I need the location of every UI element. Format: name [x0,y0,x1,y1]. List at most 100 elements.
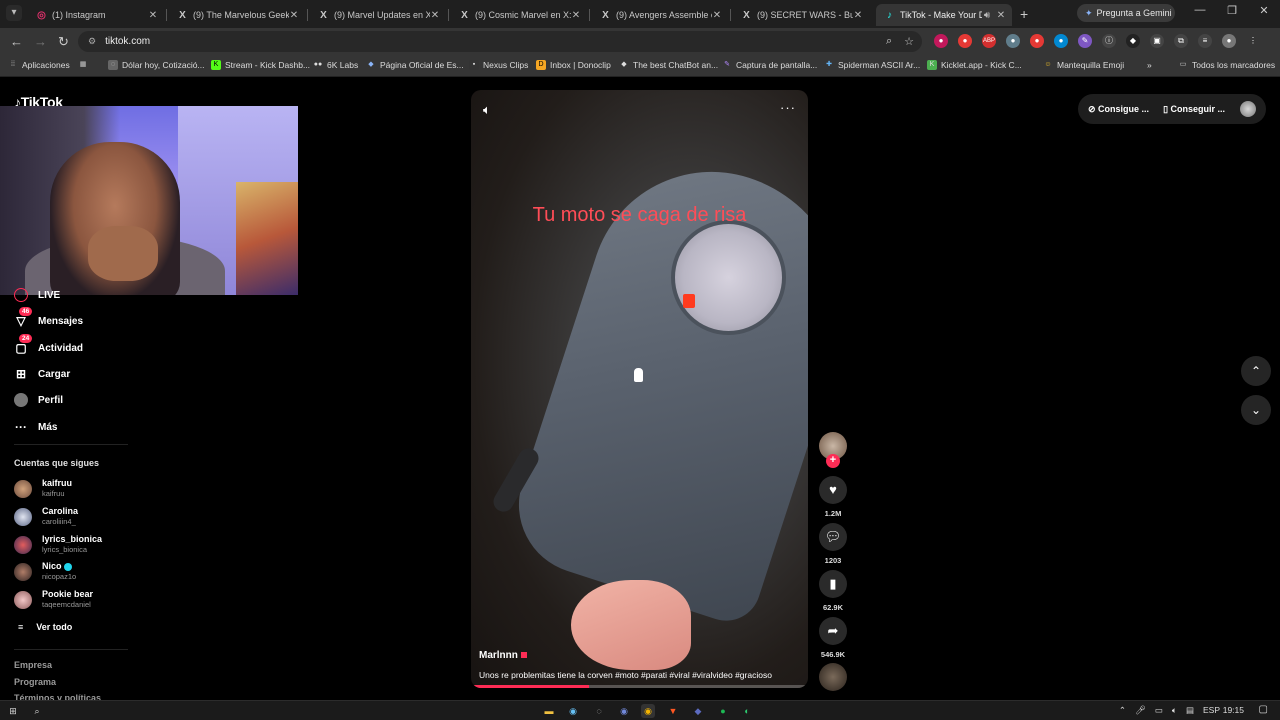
language-indicator[interactable]: ESP [1203,705,1220,716]
nav-item-upload[interactable]: ⊞ Cargar [14,367,70,381]
network-icon[interactable]: ▭ [1155,705,1163,716]
address-bar[interactable]: ⚙ tiktok.com ⌕ ☆ [78,31,922,52]
bookmark-dolar[interactable]: ◌ Dólar hoy, Cotizació... [108,60,205,70]
music-disc-icon[interactable] [819,663,847,691]
bookmark-apps[interactable]: ⁞⁞ Aplicaciones [8,60,70,70]
extension-icon[interactable]: ● [958,34,972,48]
video-more-icon[interactable]: ··· [780,100,796,115]
tab-search-button[interactable]: ▾ [6,5,22,21]
bookmark-captura[interactable]: ✎ Captura de pantalla... [722,60,817,70]
footer-link-company[interactable]: Empresa [14,660,52,670]
following-item[interactable]: Carolina caroliiin4_ [14,506,78,527]
profile-avatar-icon[interactable]: ● [1222,34,1236,48]
bookmark-star-icon[interactable]: ☆ [904,35,914,48]
video-progress-bar[interactable] [471,685,808,688]
microphone-icon[interactable]: 🎤︎ [1135,705,1146,716]
tray-overflow-chevron-icon[interactable]: ⌃ [1119,705,1126,716]
discord-icon[interactable]: ◉ [617,704,631,718]
following-item[interactable]: lyrics_bionica lyrics_bionica [14,534,102,555]
close-window-icon[interactable]: ✕ [1248,4,1280,17]
extension-icon[interactable]: ⓘ [1102,34,1116,48]
clock[interactable]: 19:15 [1223,705,1244,715]
comment-icon[interactable]: 💬︎ [819,523,847,551]
close-tab-icon[interactable]: ✕ [853,10,863,21]
bookmarks-overflow[interactable]: » [1147,60,1152,70]
bookmark-kicklet[interactable]: K Kicklet.app - Kick C... [927,60,1022,70]
nav-item-live[interactable]: LIVE [14,288,60,302]
spotify-icon[interactable]: ● [716,704,730,718]
share-arrow-icon[interactable]: ➦ [819,617,847,645]
tab-secret-wars[interactable]: X (9) SECRET WARS - Buscar ✕ [733,4,869,26]
follow-plus-icon[interactable]: + [826,454,840,468]
bookmark-spiderman[interactable]: ✚ Spiderman ASCII Ar... [824,60,920,70]
bookmark-donoclip[interactable]: D Inbox | Donoclip [536,60,611,70]
bookmark-kick[interactable]: K Stream - Kick Dashb... [211,60,310,70]
app-icon[interactable]: ◆ [691,704,705,718]
extension-icon[interactable]: ✎ [1078,34,1092,48]
tab-instagram[interactable]: ◎ (1) Instagram ✕ [28,4,164,26]
bookmark-all[interactable]: ▭ Todos los marcadores [1178,60,1275,70]
tab-avengers-assemble[interactable]: X (9) Avengers Assemble en X ✕ [592,4,728,26]
footer-link-program[interactable]: Programa [14,677,56,687]
like-heart-icon[interactable]: ♥ [819,476,847,504]
chrome-icon[interactable]: ◉ [641,704,655,718]
back-arrow-icon[interactable]: ← [10,34,23,49]
close-tab-icon[interactable]: ✕ [289,10,299,21]
close-tab-icon[interactable]: ✕ [712,10,722,21]
app-icon[interactable]: ◌ [592,704,606,718]
volume-icon[interactable]: 🔈︎ [483,102,491,118]
tab-cosmic-marvel[interactable]: X (9) Cosmic Marvel en X: "/ ✕ [451,4,587,26]
adblock-icon[interactable]: ABP [982,34,996,48]
file-explorer-icon[interactable]: ▬ [542,704,556,718]
nav-item-activity[interactable]: ▢ 24 Actividad [14,334,83,355]
tab-tiktok[interactable]: ♪ TikTok - Make Your Day 🔊︎ ✕ [876,4,1012,26]
restore-icon[interactable]: ❐ [1216,4,1248,17]
close-tab-icon[interactable]: ✕ [430,10,440,21]
bookmark-tab-groups[interactable]: ▦ [78,60,88,70]
extension-icon[interactable]: ◆ [1126,34,1140,48]
battery-icon[interactable]: ▤ [1186,705,1194,716]
media-controls-icon[interactable]: ≡ [1198,34,1212,48]
close-tab-icon[interactable]: ✕ [571,10,581,21]
windows-start-icon[interactable]: ⊞ [6,704,20,718]
extension-icon[interactable]: ● [1030,34,1044,48]
close-tab-icon[interactable]: ✕ [996,10,1006,21]
following-item[interactable]: Pookie bear taqeemcdaniel [14,589,93,610]
extension-icon[interactable]: ● [934,34,948,48]
speaker-icon[interactable]: 🔊︎ [982,10,992,21]
site-info-icon[interactable]: ⚙ [88,36,96,47]
video-author[interactable]: Marlnnn [479,650,527,661]
next-video-chevron-down-icon[interactable]: ⌄ [1241,395,1271,425]
nav-item-messages[interactable]: ▽ 46 Mensajes [14,307,83,328]
following-item[interactable]: kaifruu kaifruu [14,478,72,499]
bookmark-nexus-clips[interactable]: ▪ Nexus Clips [469,60,528,70]
tab-marvel-updates[interactable]: X (9) Marvel Updates en X: " ✕ [310,4,446,26]
extension-icon[interactable]: ● [1054,34,1068,48]
close-tab-icon[interactable]: ✕ [148,10,158,21]
get-app-button[interactable]: ▯ Conseguir ... [1163,104,1225,115]
zoom-search-icon[interactable]: ⌕ [886,35,892,48]
ask-gemini-button[interactable]: ✦ Pregunta a Gemini [1077,4,1175,22]
new-tab-button[interactable]: + [1020,6,1028,22]
bookmark-icon[interactable]: ▮ [819,570,847,598]
notification-icon[interactable]: ▢ [1259,704,1268,715]
minimize-icon[interactable]: — [1184,4,1216,17]
bookmark-6klabs[interactable]: ●● 6K Labs [313,60,358,70]
extension-icon[interactable]: ● [1006,34,1020,48]
footer-link-terms[interactable]: Términos y políticas [14,693,101,700]
bookmark-chatbot[interactable]: ◆ The best ChatBot an... [619,60,718,70]
extension-icon[interactable]: ▣ [1150,34,1164,48]
browser-menu-icon[interactable]: ⋮ [1246,34,1260,48]
speaker-icon[interactable]: 🔈︎ [1172,705,1177,716]
brave-icon[interactable]: ▼ [666,704,680,718]
previous-video-chevron-up-icon[interactable]: ⌃ [1241,356,1271,386]
tab-marvelous-geek[interactable]: X (9) The Marvelous Geek en X ✕ [169,4,305,26]
edge-icon[interactable]: ◐ [740,704,754,718]
bookmark-mantequilla[interactable]: ☺ Mantequilla Emoji [1043,60,1124,70]
nav-item-more[interactable]: ··· Más [14,420,57,434]
bookmark-pagina-oficial[interactable]: ◆ Página Oficial de Es... [366,60,463,70]
video-player[interactable]: Tu moto se caga de risa 🔈︎ ··· Marlnnn U… [471,90,808,688]
nav-item-profile[interactable]: Perfil [14,393,63,407]
forward-arrow-icon[interactable]: → [34,34,47,49]
reload-icon[interactable]: ↻ [58,34,69,50]
